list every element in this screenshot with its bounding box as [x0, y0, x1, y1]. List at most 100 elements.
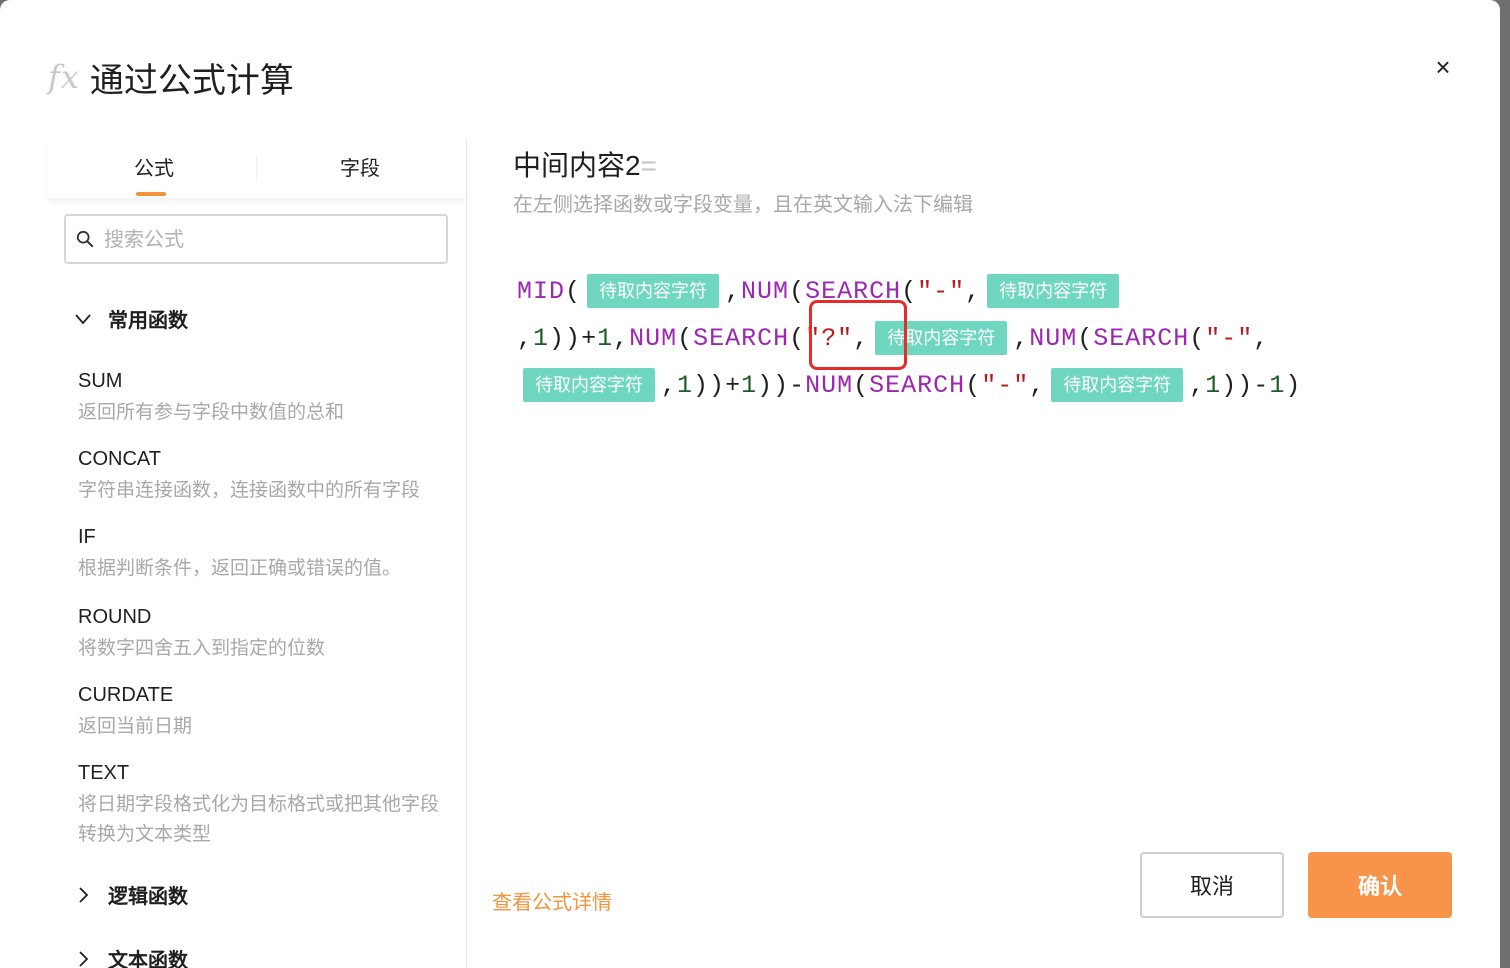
active-tab-indicator: [136, 192, 166, 196]
token-paren: ): [773, 371, 790, 400]
token-operator: +: [725, 371, 742, 400]
fx-icon: fx: [48, 58, 80, 96]
cancel-button[interactable]: 取消: [1140, 852, 1284, 918]
group-label: 文本函数: [108, 950, 188, 968]
token-paren: ): [549, 324, 566, 353]
confirm-button[interactable]: 确认: [1308, 852, 1452, 918]
token-paren: (: [965, 371, 982, 400]
token-paren: ): [709, 371, 726, 400]
chevron-right-icon: [79, 886, 89, 903]
token-paren: ): [1237, 371, 1254, 400]
function-desc: 返回所有参与字段中数值的总和: [78, 402, 345, 423]
field-chip[interactable]: 待取内容字符: [987, 274, 1120, 309]
token-paren: (: [789, 324, 806, 353]
token-func: SEARCH: [869, 371, 966, 400]
token-paren: (: [789, 277, 806, 306]
chevron-right-icon: [79, 950, 89, 967]
token-comma: ,: [965, 277, 982, 306]
group-label: 常用函数: [108, 310, 188, 332]
function-desc: 将日期字段格式化为目标格式或把其他字段转换为文本类型: [78, 794, 440, 845]
function-item-text[interactable]: TEXT 将日期字段格式化为目标格式或把其他字段转换为文本类型: [78, 760, 448, 850]
token-string: "-": [1205, 324, 1254, 353]
field-chip[interactable]: 待取内容字符: [587, 274, 720, 309]
dialog-title: 通过公式计算: [89, 61, 294, 100]
group-common-functions[interactable]: 常用函数: [72, 304, 188, 333]
function-item-round[interactable]: ROUND 将数字四舍五入到指定的位数: [78, 604, 448, 664]
token-paren: ): [757, 371, 774, 400]
token-paren: (: [853, 371, 870, 400]
variable-label: 中间内容2: [513, 150, 641, 181]
search-input[interactable]: [102, 216, 436, 264]
field-chip[interactable]: 待取内容字符: [523, 368, 655, 403]
token-func: MID: [517, 277, 566, 306]
token-func: SEARCH: [693, 324, 790, 353]
token-number: 1: [1269, 371, 1286, 400]
token-comma: ,: [517, 324, 534, 353]
token-paren: (: [677, 324, 694, 353]
function-name: SUM: [78, 370, 123, 392]
field-chip[interactable]: 待取内容字符: [875, 321, 1008, 356]
function-panel: 公式 字段 常用函数 SUM 返回所有参与字段中数值的总和 CONCAT 字符串…: [48, 138, 466, 968]
panel-tabs: 公式 字段: [48, 138, 466, 198]
function-name: TEXT: [78, 762, 130, 784]
group-logic-functions[interactable]: 逻辑函数: [72, 880, 188, 909]
group-text-functions[interactable]: 文本函数: [72, 944, 188, 968]
token-string: "?": [805, 324, 854, 353]
chevron-down-icon: [75, 313, 91, 324]
search-box: [64, 214, 448, 264]
editor-hint: 在左侧选择函数或字段变量，且在英文输入法下编辑: [513, 194, 973, 216]
function-desc: 字符串连接函数，连接函数中的所有字段: [78, 480, 421, 501]
token-comma: ,: [725, 277, 742, 306]
formula-dialog: fx 通过公式计算 × 公式 字段 常用函数 SUM 返回所有参与字段中数值的总…: [0, 0, 1500, 968]
view-formula-details-link[interactable]: 查看公式详情: [492, 886, 612, 915]
token-comma: ,: [1189, 371, 1206, 400]
token-comma: ,: [661, 371, 678, 400]
token-paren: (: [1077, 324, 1094, 353]
token-string: "-": [917, 277, 966, 306]
token-func: NUM: [629, 324, 678, 353]
token-number: 1: [677, 371, 694, 400]
token-comma: ,: [1253, 324, 1270, 353]
function-name: ROUND: [78, 606, 152, 628]
field-chip[interactable]: 待取内容字符: [1051, 368, 1184, 403]
token-comma: ,: [1029, 371, 1046, 400]
token-func: SEARCH: [805, 277, 902, 306]
tab-formula[interactable]: 公式: [134, 152, 174, 181]
tab-divider: [256, 156, 257, 182]
close-icon[interactable]: ×: [1428, 52, 1458, 82]
token-operator: -: [1253, 371, 1270, 400]
function-item-if[interactable]: IF 根据判断条件，返回正确或错误的值。: [78, 524, 448, 584]
token-comma: ,: [853, 324, 870, 353]
function-desc: 将数字四舍五入到指定的位数: [78, 638, 326, 659]
token-string: "-": [981, 371, 1030, 400]
function-item-concat[interactable]: CONCAT 字符串连接函数，连接函数中的所有字段: [78, 446, 448, 506]
token-func: NUM: [741, 277, 790, 306]
token-paren: ): [693, 371, 710, 400]
token-operator: -: [789, 371, 806, 400]
group-label: 逻辑函数: [108, 886, 188, 908]
function-name: CONCAT: [78, 448, 161, 470]
token-paren: (: [1189, 324, 1206, 353]
tab-field[interactable]: 字段: [340, 152, 380, 181]
function-name: CURDATE: [78, 684, 174, 706]
function-name: IF: [78, 526, 96, 548]
function-item-sum[interactable]: SUM 返回所有参与字段中数值的总和: [78, 368, 448, 428]
token-paren: (: [565, 277, 582, 306]
function-desc: 根据判断条件，返回正确或错误的值。: [78, 558, 402, 579]
token-func: NUM: [805, 371, 854, 400]
formula-editor[interactable]: MID(待取内容字符 ,NUM(SEARCH("-", 待取内容字符 ,1))+1,N…: [517, 268, 1397, 409]
function-item-curdate[interactable]: CURDATE 返回当前日期: [78, 682, 448, 742]
token-paren: (: [901, 277, 918, 306]
token-paren: ): [565, 324, 582, 353]
token-operator: +: [581, 324, 598, 353]
token-number: 1: [533, 324, 550, 353]
token-comma: ,: [613, 324, 630, 353]
token-paren: ): [1221, 371, 1238, 400]
editor-panel: 中间内容2= 在左侧选择函数或字段变量，且在英文输入法下编辑 MID(待取内容字…: [467, 138, 1500, 968]
token-func: SEARCH: [1093, 324, 1190, 353]
variable-name: 中间内容2=: [513, 144, 657, 184]
search-icon: [76, 230, 94, 248]
token-number: 1: [597, 324, 614, 353]
token-func: NUM: [1029, 324, 1078, 353]
token-paren: ): [1285, 371, 1302, 400]
